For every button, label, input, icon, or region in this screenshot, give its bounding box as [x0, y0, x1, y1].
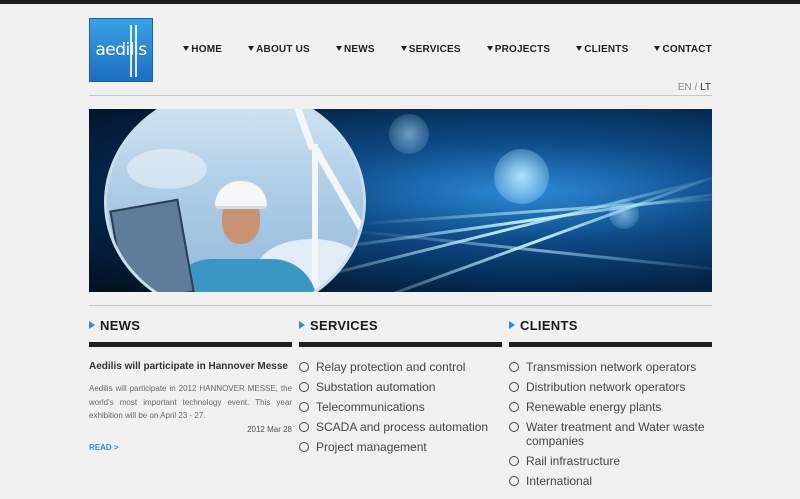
- hero-photo: [104, 109, 366, 292]
- news-heading-text: NEWS: [100, 318, 141, 333]
- logo-text: aedilis: [95, 40, 147, 60]
- services-heading: SERVICES: [299, 318, 502, 347]
- nav-item-contact[interactable]: CONTACT: [654, 44, 712, 55]
- list-item[interactable]: International: [509, 474, 712, 488]
- chevron-down-icon: [486, 46, 493, 51]
- nav-item-services[interactable]: SERVICES: [400, 44, 461, 55]
- logo[interactable]: aedilis: [89, 18, 153, 82]
- list-item[interactable]: Water treatment and Water waste companie…: [509, 420, 712, 448]
- list-item[interactable]: Transmission network operators: [509, 360, 712, 374]
- client-label: Renewable energy plants: [526, 400, 662, 414]
- language-switcher: EN / LT: [678, 82, 711, 93]
- news-title[interactable]: Aedilis will participate in Hannover Mes…: [89, 361, 292, 372]
- list-item[interactable]: Relay protection and control: [299, 360, 502, 374]
- nav-item-projects[interactable]: PROJECTS: [486, 44, 551, 55]
- turbine-blade: [268, 109, 316, 151]
- circle-bullet-icon: [509, 476, 519, 486]
- service-label: SCADA and process automation: [316, 420, 489, 434]
- services-list: Relay protection and control Substation …: [299, 360, 502, 454]
- list-item[interactable]: Renewable energy plants: [509, 400, 712, 414]
- read-more-link[interactable]: READ >: [89, 443, 292, 452]
- news-excerpt: Aedilis will participate in 2012 HANNOVE…: [89, 384, 292, 420]
- hero-banner: [89, 109, 712, 292]
- news-date: 2012 Mar 28: [247, 424, 292, 434]
- nav-label: CONTACT: [662, 44, 712, 55]
- arrow-right-icon: [299, 321, 305, 329]
- list-item[interactable]: Substation automation: [299, 380, 502, 394]
- circle-bullet-icon: [509, 456, 519, 466]
- arrow-right-icon: [509, 321, 515, 329]
- light-beam: [349, 229, 712, 272]
- clients-heading-text: CLIENTS: [520, 318, 578, 333]
- chevron-down-icon: [248, 46, 255, 51]
- service-label: Relay protection and control: [316, 360, 466, 374]
- client-label: International: [526, 474, 593, 488]
- nav-label: PROJECTS: [494, 44, 551, 55]
- divider: [89, 305, 712, 306]
- news-column: NEWS Aedilis will participate in Hannove…: [89, 318, 292, 452]
- news-heading: NEWS: [89, 318, 292, 347]
- list-item[interactable]: Rail infrastructure: [509, 454, 712, 468]
- chevron-down-icon: [576, 46, 583, 51]
- lang-lt-link[interactable]: LT: [700, 82, 711, 93]
- circle-bullet-icon: [299, 362, 309, 372]
- client-label: Distribution network operators: [526, 380, 686, 394]
- circle-bullet-icon: [299, 422, 309, 432]
- nav-label: CLIENTS: [584, 44, 629, 55]
- arrow-right-icon: [89, 321, 95, 329]
- cloud: [127, 149, 207, 189]
- light-orb: [389, 114, 429, 154]
- nav-label: HOME: [191, 44, 223, 55]
- service-label: Substation automation: [316, 380, 436, 394]
- client-label: Transmission network operators: [526, 360, 697, 374]
- hard-hat: [215, 181, 267, 209]
- clients-list: Transmission network operators Distribut…: [509, 360, 712, 488]
- nav-item-home[interactable]: HOME: [183, 44, 222, 55]
- nav-label: NEWS: [343, 44, 375, 55]
- list-item[interactable]: Telecommunications: [299, 400, 502, 414]
- service-label: Telecommunications: [316, 400, 425, 414]
- chevron-down-icon: [335, 46, 342, 51]
- list-item[interactable]: Distribution network operators: [509, 380, 712, 394]
- circle-bullet-icon: [509, 402, 519, 412]
- clients-column: CLIENTS Transmission network operators D…: [509, 318, 712, 494]
- nav-label: SERVICES: [408, 44, 461, 55]
- lang-en-link[interactable]: EN: [678, 82, 692, 93]
- chevron-down-icon: [654, 46, 661, 51]
- nav-item-clients[interactable]: CLIENTS: [576, 44, 628, 55]
- circle-bullet-icon: [509, 362, 519, 372]
- list-item[interactable]: Project management: [299, 440, 502, 454]
- lang-separator: /: [694, 82, 698, 93]
- main-nav: HOME ABOUT US NEWS SERVICES PROJECTS CLI…: [157, 44, 712, 55]
- service-label: Project management: [316, 440, 427, 454]
- clipboard: [109, 198, 195, 292]
- nav-label: ABOUT US: [256, 44, 310, 55]
- client-label: Rail infrastructure: [526, 454, 621, 468]
- circle-bullet-icon: [509, 382, 519, 392]
- clients-heading: CLIENTS: [509, 318, 712, 347]
- chevron-down-icon: [400, 46, 407, 51]
- divider: [89, 95, 712, 96]
- circle-bullet-icon: [509, 422, 519, 432]
- services-heading-text: SERVICES: [310, 318, 378, 333]
- top-bar: [0, 0, 800, 4]
- circle-bullet-icon: [299, 402, 309, 412]
- circle-bullet-icon: [299, 442, 309, 452]
- nav-item-about-us[interactable]: ABOUT US: [248, 44, 310, 55]
- client-label: Water treatment and Water waste companie…: [526, 420, 705, 448]
- list-item[interactable]: SCADA and process automation: [299, 420, 502, 434]
- nav-item-news[interactable]: NEWS: [335, 44, 375, 55]
- services-column: SERVICES Relay protection and control Su…: [299, 318, 502, 460]
- circle-bullet-icon: [299, 382, 309, 392]
- light-orb: [494, 149, 549, 204]
- chevron-down-icon: [183, 46, 190, 51]
- wind-turbine-tower: [312, 144, 318, 292]
